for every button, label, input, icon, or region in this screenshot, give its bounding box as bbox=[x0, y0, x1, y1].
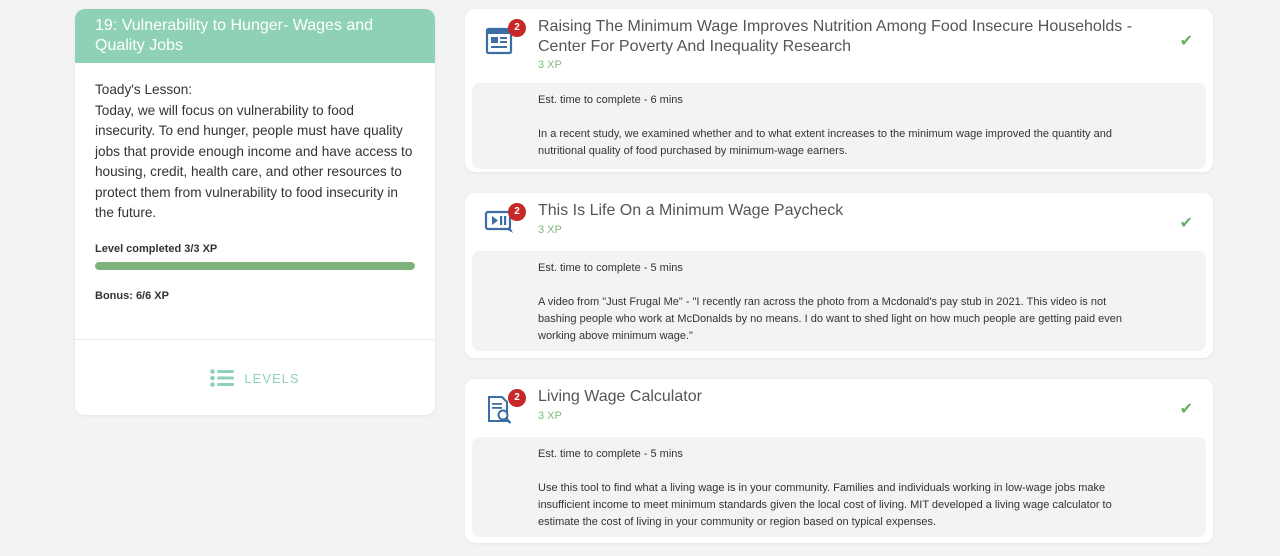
notification-badge: 2 bbox=[508, 19, 526, 37]
activity-xp: 3 XP bbox=[538, 224, 562, 236]
est-time: Est. time to complete - 5 mins bbox=[538, 448, 683, 460]
level-progress-fill bbox=[95, 261, 415, 270]
activity-description: Use this tool to find what a living wage… bbox=[538, 482, 1112, 528]
est-time: Est. time to complete - 5 mins bbox=[538, 262, 683, 274]
activity-title[interactable]: This Is Life On a Minimum Wage Paycheck bbox=[538, 201, 1148, 221]
notification-badge: 2 bbox=[508, 203, 526, 221]
check-icon: ✔ bbox=[1179, 33, 1193, 50]
check-icon: ✔ bbox=[1179, 401, 1193, 418]
est-time: Est. time to complete - 6 mins bbox=[538, 94, 683, 106]
activity-title[interactable]: Raising The Minimum Wage Improves Nutrit… bbox=[538, 17, 1148, 57]
levels-button[interactable]: LEVELS bbox=[75, 369, 435, 387]
activity-xp: 3 XP bbox=[538, 410, 562, 422]
activity-card: 2 Living Wage Calculator 3 XP ✔ Est. tim… bbox=[465, 379, 1213, 543]
level-completed-text: Level completed 3/3 XP bbox=[95, 242, 218, 255]
activity-details: Est. time to complete - 5 mins Use this … bbox=[472, 437, 1206, 537]
lesson-title: 19: Vulnerability to Hunger- Wages and Q… bbox=[75, 9, 435, 63]
activity-description: A video from "Just Frugal Me" - "I recen… bbox=[538, 296, 1122, 342]
activity-title[interactable]: Living Wage Calculator bbox=[538, 387, 1148, 407]
divider bbox=[75, 339, 435, 340]
bonus-text: Bonus: 6/6 XP bbox=[95, 289, 169, 302]
activity-details: Est. time to complete - 5 mins A video f… bbox=[472, 251, 1206, 351]
lesson-card: 19: Vulnerability to Hunger- Wages and Q… bbox=[75, 9, 435, 415]
list-icon bbox=[210, 369, 235, 387]
lesson-label: Toady's Lesson: bbox=[95, 82, 193, 97]
check-icon: ✔ bbox=[1179, 215, 1193, 232]
activity-card: 2 Raising The Minimum Wage Improves Nutr… bbox=[465, 9, 1213, 172]
activity-details: Est. time to complete - 6 mins In a rece… bbox=[472, 83, 1206, 169]
levels-label: LEVELS bbox=[244, 370, 300, 386]
activity-xp: 3 XP bbox=[538, 59, 562, 71]
lesson-description: Today, we will focus on vulnerability to… bbox=[95, 102, 413, 221]
level-progress-bar bbox=[95, 261, 415, 270]
notification-badge: 2 bbox=[508, 389, 526, 407]
activity-description: In a recent study, we examined whether a… bbox=[538, 128, 1112, 157]
activity-card: 2 This Is Life On a Minimum Wage Paychec… bbox=[465, 193, 1213, 358]
